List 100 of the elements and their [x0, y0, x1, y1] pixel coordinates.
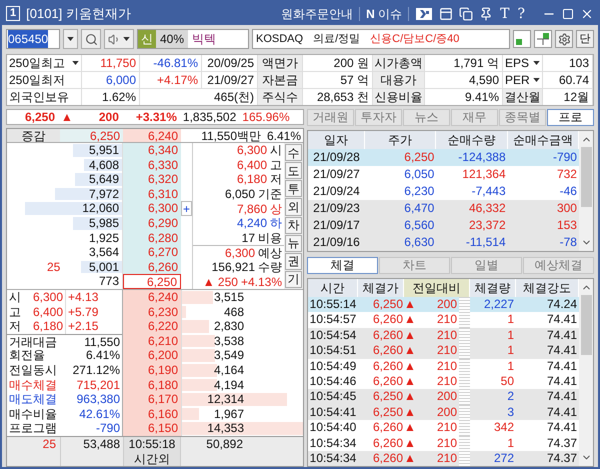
tab[interactable]: 프로: [547, 109, 594, 126]
tab[interactable]: 차트: [379, 257, 450, 274]
info-value: 1.62%: [82, 89, 140, 105]
unit-button[interactable]: 단: [576, 30, 594, 48]
table-cell-text: 6,260: [372, 374, 404, 390]
stat-label: 매수비율: [9, 406, 57, 422]
speaker-icon: [108, 32, 121, 46]
title-glyph-button[interactable]: ?: [516, 6, 526, 22]
dropdown-button[interactable]: [63, 29, 78, 49]
ask-quantity: 7,972: [88, 186, 119, 202]
side-button[interactable]: 기: [285, 270, 302, 288]
scrollbar[interactable]: [579, 279, 593, 466]
up-arrow: ▲: [404, 297, 416, 312]
table-cell-text: 272: [492, 450, 515, 466]
table-row[interactable]: 21/09/28 6,250 -124,388 -790: [308, 149, 579, 166]
table-row[interactable]: 21/09/16 6,630 -11,514 -78: [308, 234, 579, 251]
info-dropdown[interactable]: PER: [503, 72, 543, 88]
table-cell-text: -78: [558, 234, 578, 251]
header-link[interactable]: 원화주문안내: [281, 4, 354, 22]
tab[interactable]: 체결: [307, 257, 378, 274]
caret-icon: [123, 37, 130, 41]
table-cell-text: 153: [556, 217, 578, 234]
table-cell-text: 74.41: [546, 343, 578, 359]
tab[interactable]: 예상체결: [523, 257, 594, 274]
scroll-thumb[interactable]: [580, 295, 592, 355]
range-label: 저: [8, 319, 22, 334]
table-row[interactable]: 21/09/23 6,470 46,332 300: [308, 200, 579, 217]
caret-icon: [533, 61, 540, 65]
table-row[interactable]: 10:54:54 6,260▲ 210 1 74.41: [308, 328, 579, 344]
header-ask-price: 6,250: [60, 129, 123, 142]
table-cell-text: 10:54:34: [308, 436, 358, 451]
summary-text: 7,860: [236, 202, 267, 215]
table-cell-text: 10:54:41: [308, 404, 358, 420]
table-cell-text: 10:54:57: [308, 312, 358, 328]
table-row[interactable]: 21/09/17 6,560 23,372 153: [308, 217, 579, 234]
tab[interactable]: 거래원: [307, 109, 354, 126]
table-cell-text: 74.41: [546, 420, 578, 436]
settings-button[interactable]: [555, 30, 573, 48]
side-button[interactable]: 권: [285, 252, 302, 270]
tab[interactable]: 종목별: [499, 109, 546, 126]
side-button[interactable]: 외: [285, 198, 302, 216]
side-button[interactable]: 도: [285, 162, 302, 180]
plus-sign: +: [181, 201, 192, 216]
stat-value: 42.61%: [79, 406, 120, 422]
title-glyph-button[interactable]: T: [499, 6, 510, 22]
table-row[interactable]: 10:54:49 6,260▲ 210 1 74.41: [308, 358, 579, 374]
search-button[interactable]: [81, 29, 101, 49]
tick-strip: [459, 343, 470, 359]
summary-text: 수량: [258, 261, 282, 274]
info-value: 12월: [543, 89, 593, 105]
table-cell-text: 121,364: [461, 166, 507, 183]
table-row[interactable]: 10:54:41 6,250▲ 200 3 74.41: [308, 404, 579, 420]
table-cell-text: 6,260: [372, 436, 404, 451]
side-button[interactable]: 차: [285, 216, 302, 234]
pin-icon[interactable]: [479, 6, 494, 20]
info-dropdown[interactable]: EPS: [503, 55, 543, 71]
side-button[interactable]: 투: [285, 180, 302, 198]
tab[interactable]: 재무: [451, 109, 498, 126]
summary-text: 저: [270, 173, 282, 186]
tab[interactable]: 일별: [451, 257, 522, 274]
credit-info: 신용C/담보C/증40: [370, 32, 460, 47]
logo-icon[interactable]: [415, 6, 434, 22]
table-row[interactable]: 10:54:34 6,260▲ 210 272 74.37: [308, 450, 579, 466]
chart-layout-icon[interactable]: [513, 30, 531, 48]
layout-icon[interactable]: [439, 6, 454, 20]
summary-text: 예상: [258, 246, 282, 259]
table-row[interactable]: 10:54:46 6,260▲ 210 50 74.41: [308, 374, 579, 390]
table-row[interactable]: 10:55:14 6,250▲ 200 2,227 74.24: [308, 297, 579, 312]
side-button[interactable]: 뉴: [285, 234, 302, 252]
table-row[interactable]: 10:54:51 6,260▲ 210 1 74.41: [308, 343, 579, 359]
copy-icon[interactable]: [459, 6, 474, 20]
stock-name-field[interactable]: 신 40% 빅텍: [137, 29, 249, 49]
table-row[interactable]: 10:54:40 6,260▲ 210 342 74.41: [308, 420, 579, 436]
stock-code-field[interactable]: 065450: [6, 29, 60, 49]
sound-button[interactable]: [104, 29, 134, 49]
maximize-icon[interactable]: [562, 8, 574, 20]
bid-quantity: 14,353: [206, 421, 244, 436]
info-value: -46.81%: [140, 55, 202, 71]
table-cell-text: 21/09/24: [312, 183, 361, 200]
tab[interactable]: 뉴스: [403, 109, 450, 126]
credit-badge: 신: [138, 30, 156, 48]
table-cell-text: 1: [506, 436, 515, 451]
info-dropdown[interactable]: 250일최고: [7, 55, 82, 71]
table-row[interactable]: 10:54:45 6,250▲ 200 2 74.41: [308, 389, 579, 405]
bid-quantity: 4,194: [212, 378, 244, 392]
side-button[interactable]: 수: [285, 144, 302, 162]
tab[interactable]: 투자자: [355, 109, 402, 126]
table-cell-text: 10:54:46: [308, 374, 358, 390]
bid-quantity: 3,549: [212, 348, 244, 363]
scrollbar[interactable]: [579, 131, 593, 251]
tick-strip: [459, 404, 470, 420]
panel-layout-icon[interactable]: [534, 30, 552, 48]
scroll-thumb[interactable]: [580, 147, 592, 207]
table-row[interactable]: 10:54:34 6,260▲ 210 1 74.37: [308, 436, 579, 451]
current-price: 6,250: [24, 109, 55, 126]
info-label: 결산월: [503, 89, 543, 105]
table-cell-text: 6,230: [403, 183, 436, 200]
table-row[interactable]: 10:54:57 6,260▲ 210 1 74.41: [308, 312, 579, 328]
change-value: 210: [436, 312, 457, 328]
header-link[interactable]: N 이슈: [366, 4, 402, 22]
